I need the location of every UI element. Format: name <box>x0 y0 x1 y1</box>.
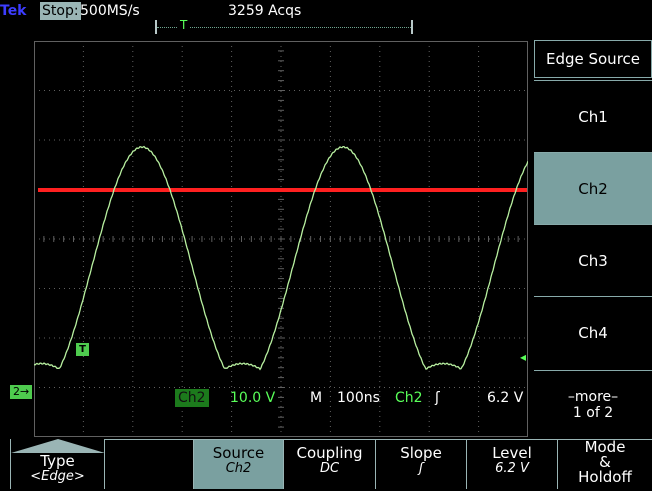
trigger-level-arrow-icon: ◂ <box>520 350 527 364</box>
trigger-point-marker: T <box>76 343 89 356</box>
oscilloscope-screen: Tek Stop: 500MS/s 3259 Acqs T T 2→ ◂ Ch2… <box>0 0 652 491</box>
coupling-value: DC <box>319 461 340 476</box>
coupling-menu-button[interactable]: Coupling DC <box>283 439 375 489</box>
side-menu-more-button[interactable]: –more– 1 of 2 <box>534 370 652 438</box>
source-value: Ch2 <box>225 461 252 476</box>
slope-label: Slope <box>400 444 442 462</box>
source-menu-button[interactable]: Source Ch2 <box>193 439 283 489</box>
brand-logo: Tek <box>0 3 27 19</box>
readout-time-per-div: 100ns <box>337 390 380 406</box>
readout-main-label: M <box>310 390 323 406</box>
page-indicator: 1 of 2 <box>572 405 614 421</box>
side-menu-title: Edge Source <box>534 40 652 78</box>
slope-menu-button[interactable]: Slope ʃ <box>375 439 466 489</box>
waveform-graticule <box>34 41 528 437</box>
level-value: 6.2 V <box>495 461 529 476</box>
graticule-grid <box>34 41 528 437</box>
side-menu-ch2[interactable]: Ch2 <box>534 152 652 225</box>
bottom-menu: Type <Edge> Source Ch2 Coupling DC Slope… <box>0 439 652 491</box>
rising-slope-icon: ʃ <box>435 390 440 406</box>
mode-holdoff-menu-button[interactable]: Mode & Holdoff <box>557 439 652 489</box>
empty-menu-slot <box>104 439 193 489</box>
channel-ground-marker: 2→ <box>10 385 33 399</box>
side-menu-ch4[interactable]: Ch4 <box>534 296 652 369</box>
waveform-plot <box>34 41 528 437</box>
rising-slope-icon: ʃ <box>418 461 424 476</box>
readout-channel: Ch2 <box>175 389 209 407</box>
type-menu-button[interactable]: Type <Edge> <box>10 439 105 489</box>
acquisition-state: Stop: <box>40 2 81 20</box>
type-label: Type <box>40 452 75 470</box>
readout-volts-per-div: 10.0 V <box>230 390 276 406</box>
holdoff-label: Holdoff <box>578 468 632 486</box>
acquisition-count: 3259 Acqs <box>228 3 302 19</box>
readout-trigger-level: 6.2 V <box>487 390 524 406</box>
trigger-position-marker: T <box>178 18 190 32</box>
side-menu-ch3[interactable]: Ch3 <box>534 224 652 297</box>
type-value: <Edge> <box>30 469 85 484</box>
readout-trigger-channel: Ch2 <box>395 390 423 406</box>
coupling-label: Coupling <box>296 444 363 462</box>
side-menu: Edge Source Ch1 Ch2 Ch3 Ch4 –more– 1 of … <box>534 40 652 438</box>
sample-rate: 500MS/s <box>80 3 140 19</box>
record-view-bracket <box>155 20 413 34</box>
level-menu-button[interactable]: Level 6.2 V <box>466 439 557 489</box>
side-menu-ch1[interactable]: Ch1 <box>534 80 652 153</box>
level-label: Level <box>492 444 532 462</box>
source-label: Source <box>212 444 265 462</box>
more-label: –more– <box>567 389 619 405</box>
